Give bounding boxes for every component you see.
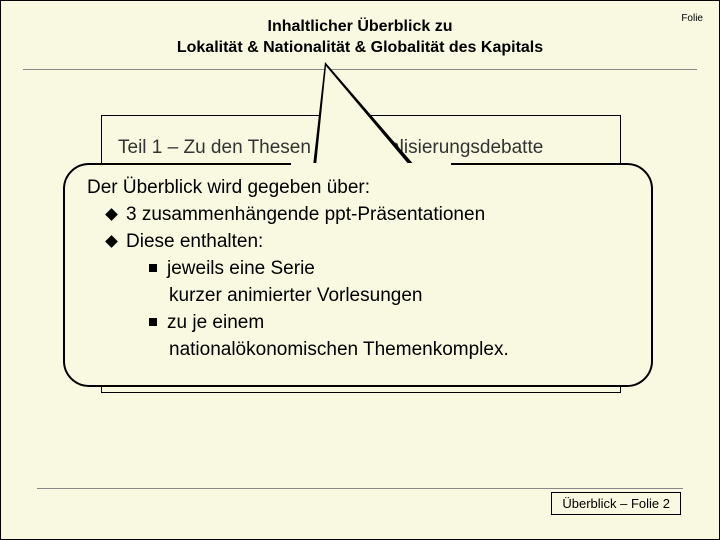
title-line-2: Lokalität & Nationalität & Globalität de… <box>1 38 719 59</box>
callout-sub-2-text: zu je einem <box>167 312 264 333</box>
slide: Folie Inhaltlicher Überblick zu Lokalitä… <box>0 0 720 540</box>
callout-sub-2-cont: nationalökonomischen Themenkomplex. <box>87 337 629 364</box>
callout-sub-1-cont: kurzer animierter Vorlesungen <box>87 283 629 310</box>
callout-intro: Der Überblick wird gegeben über: <box>87 175 629 202</box>
title-line-1: Inhaltlicher Überblick zu <box>1 17 719 38</box>
callout-bubble: Der Überblick wird gegeben über: 3 zusam… <box>63 163 653 387</box>
callout-bullet-1: 3 zusammenhängende ppt-Präsentationen <box>87 202 629 229</box>
diamond-bullet-icon <box>105 235 118 248</box>
square-bullet-icon <box>149 264 157 272</box>
callout-sub-1-text: jeweils eine Serie <box>167 258 315 279</box>
diamond-bullet-icon <box>105 208 118 221</box>
title-block: Inhaltlicher Überblick zu Lokalität & Na… <box>1 17 719 59</box>
callout-tail-fill <box>316 66 410 166</box>
callout-bullet-2: Diese enthalten: <box>87 229 629 256</box>
footer-slide-number: Überblick – Folie 2 <box>551 492 681 515</box>
callout-sub-1: jeweils eine Serie <box>87 256 629 283</box>
square-bullet-icon <box>149 318 157 326</box>
callout-sub-2: zu je einem <box>87 310 629 337</box>
callout-tail-gap <box>291 163 451 169</box>
footer-rule <box>37 488 683 489</box>
callout-bullet-2-text: Diese enthalten: <box>126 231 263 252</box>
callout-bullet-1-text: 3 zusammenhängende ppt-Präsentationen <box>126 204 485 225</box>
